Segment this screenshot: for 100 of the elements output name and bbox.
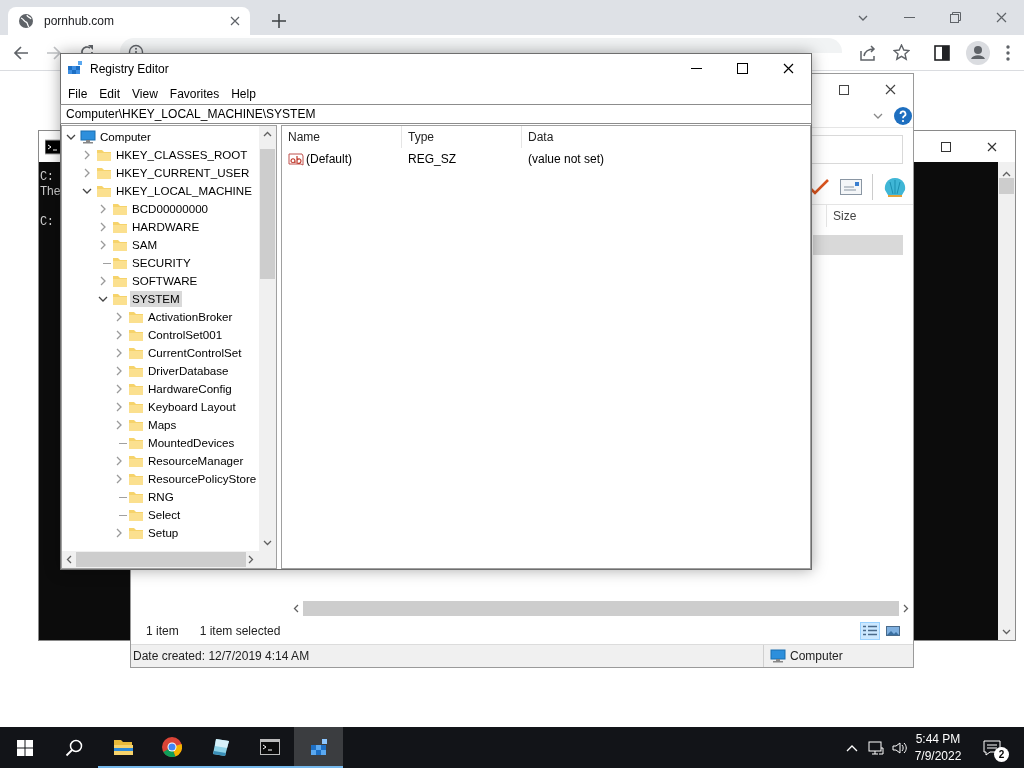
help-icon[interactable] <box>894 107 912 125</box>
scroll-thumb[interactable] <box>76 552 246 567</box>
close-icon[interactable] <box>782 63 794 74</box>
tree-item[interactable]: Setup <box>146 525 181 541</box>
close-icon[interactable] <box>987 141 997 152</box>
menu-item[interactable]: View <box>126 84 164 103</box>
column-header[interactable]: Data <box>522 126 642 148</box>
forward-arrow-icon[interactable] <box>46 44 62 61</box>
scroll-down-icon[interactable] <box>263 540 272 546</box>
folder-icon <box>112 273 128 289</box>
column-header[interactable]: Size <box>826 205 906 227</box>
menu-item[interactable]: Favorites <box>163 84 226 103</box>
preview-icon <box>886 625 900 636</box>
tile-icon <box>210 736 231 757</box>
tree-item[interactable]: ControlSet001 <box>146 327 225 343</box>
scroll-up-icon[interactable] <box>1002 171 1011 177</box>
tree-item[interactable]: SECURITY <box>130 255 193 271</box>
window-title: Registry Editor <box>90 61 169 76</box>
volume-icon[interactable] <box>892 739 908 756</box>
scrollbar[interactable] <box>998 162 1015 640</box>
share-icon[interactable] <box>859 44 877 61</box>
envelope-icon[interactable] <box>840 179 862 195</box>
column-header[interactable]: Name <box>282 126 402 148</box>
string-value-icon <box>288 151 304 167</box>
tree-item[interactable]: Select <box>146 507 183 523</box>
computer-icon <box>80 129 96 145</box>
folder-icon <box>112 255 128 271</box>
tree-item[interactable]: Maps <box>146 417 179 433</box>
restore-icon[interactable] <box>949 12 961 23</box>
tree-item[interactable]: SOFTWARE <box>130 273 200 289</box>
tree-item[interactable]: HKEY_CURRENT_USER <box>114 165 252 181</box>
tree-item[interactable]: SYSTEM <box>130 291 182 307</box>
tree-item[interactable]: DriverDatabase <box>146 363 231 379</box>
network-icon[interactable] <box>868 739 884 756</box>
folder-icon <box>128 363 144 379</box>
avatar-icon[interactable] <box>966 40 990 65</box>
tree-item[interactable]: HKEY_LOCAL_MACHINE <box>114 183 254 199</box>
clock-date: 7/9/2022 <box>914 747 962 765</box>
cubes-icon <box>308 736 329 757</box>
folder-icon <box>128 345 144 361</box>
folder-icon <box>128 327 144 343</box>
folder-icon <box>128 507 144 523</box>
browser-icon <box>161 736 182 757</box>
scroll-thumb[interactable] <box>999 178 1014 194</box>
back-arrow-icon[interactable] <box>13 44 29 61</box>
folder-icon <box>128 453 144 469</box>
start-icon <box>16 739 33 756</box>
scroll-down-icon[interactable] <box>1002 629 1011 635</box>
details-view-button[interactable] <box>860 621 880 640</box>
tree-item[interactable]: HardwareConfig <box>146 381 234 397</box>
tree-item[interactable]: BCD00000000 <box>130 201 211 217</box>
tree-item[interactable]: CurrentControlSet <box>146 345 244 361</box>
close-icon[interactable] <box>884 84 896 95</box>
scroll-left-icon[interactable] <box>293 604 299 613</box>
tree-item[interactable]: ActivationBroker <box>146 309 235 325</box>
tree-item[interactable]: ResourcePolicyStore <box>146 471 259 487</box>
address-field[interactable]: Computer\HKEY_LOCAL_MACHINE\SYSTEM <box>60 104 812 124</box>
scroll-thumb[interactable] <box>303 601 899 616</box>
star-icon[interactable] <box>893 44 910 61</box>
folder-icon <box>128 435 144 451</box>
plus-icon[interactable] <box>272 14 286 28</box>
column-header[interactable]: Type <box>402 126 522 148</box>
horizontal-scrollbar[interactable] <box>62 551 259 568</box>
value-name[interactable]: (Default) <box>306 152 352 166</box>
tree-item[interactable]: HARDWARE <box>130 219 202 235</box>
scroll-right-icon[interactable] <box>248 555 254 564</box>
scroll-right-icon[interactable] <box>903 604 909 613</box>
vertical-scrollbar[interactable] <box>259 126 276 551</box>
maximize-icon[interactable] <box>736 63 748 74</box>
status-text: Date created: 12/7/2019 4:14 AM <box>133 649 310 663</box>
tree-item[interactable]: Keyboard Layout <box>146 399 238 415</box>
folder-icon <box>112 237 128 253</box>
tree-item[interactable]: ResourceManager <box>146 453 246 469</box>
close-icon[interactable] <box>230 16 240 26</box>
scroll-thumb[interactable] <box>260 149 275 279</box>
notifications-button[interactable]: 2 <box>968 727 1016 768</box>
info-icon[interactable] <box>128 44 144 53</box>
menu-item[interactable]: Help <box>225 84 262 103</box>
maximize-icon[interactable] <box>839 84 849 95</box>
menu-item[interactable]: Edit <box>93 84 127 103</box>
console-line: C: <box>40 170 54 185</box>
status-text: 1 item selected <box>199 623 281 638</box>
tree-item[interactable]: SAM <box>130 237 160 253</box>
tree-item[interactable]: HKEY_CLASSES_ROOT <box>114 147 250 163</box>
notification-icon <box>983 739 1001 756</box>
tree-item[interactable]: MountedDevices <box>146 435 237 451</box>
browser-tab[interactable]: pornhub.com <box>8 7 250 35</box>
tree-item[interactable]: RNG <box>146 489 176 505</box>
maximize-icon[interactable] <box>941 141 951 152</box>
console-line: The <box>40 185 61 200</box>
shell-icon[interactable] <box>883 176 907 198</box>
clock[interactable]: 5:44 PM 7/9/2022 <box>914 730 962 765</box>
tree-item[interactable]: Computer <box>98 129 153 145</box>
side-panel-icon[interactable] <box>934 44 950 61</box>
folder-icon <box>128 489 144 505</box>
folder-icon <box>112 219 128 235</box>
scroll-up-icon[interactable] <box>263 131 272 137</box>
menu-item[interactable]: File <box>62 84 94 103</box>
scroll-left-icon[interactable] <box>66 555 72 564</box>
menu-icon[interactable] <box>1006 44 1010 61</box>
